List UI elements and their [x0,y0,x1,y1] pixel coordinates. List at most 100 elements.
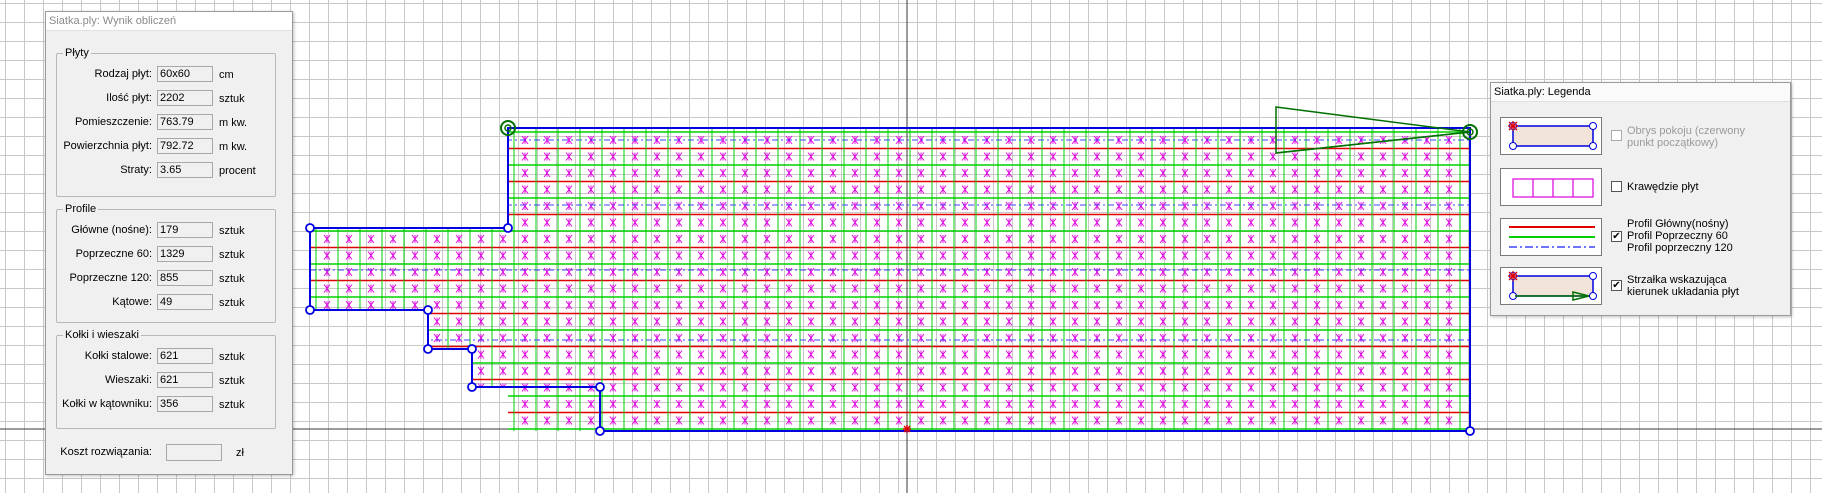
vertex-handle[interactable] [423,305,433,315]
value-field[interactable]: 60x60 [157,66,213,82]
value-field[interactable]: 179 [157,222,213,238]
value-field[interactable]: 621 [157,372,213,388]
vertex-handle[interactable] [595,382,605,392]
unit: sztuk [219,375,245,387]
tile-edge-mark [477,416,485,425]
value-field[interactable]: 763.79 [157,114,213,130]
tile-edge-mark [499,152,507,161]
tile-edge-mark [389,201,397,211]
tile-edge-mark [367,152,375,161]
tile-edge-mark [323,416,331,425]
unit: sztuk [219,225,245,237]
tile-edge-mark [455,416,463,425]
value-field[interactable]: 49 [157,294,213,310]
tile-edge-mark [455,135,463,145]
vertex-handle[interactable] [467,344,477,354]
tile-edge-mark [389,366,397,376]
tile-edge-mark [345,201,353,211]
cost-unit: zł [236,447,244,459]
tile-edge-mark [499,416,507,425]
tile-edge-mark [411,135,419,145]
tile-edge-mark [455,135,463,145]
tile-edge-mark [433,201,441,211]
tile-edge-mark [499,168,507,178]
vertex-handle[interactable] [305,305,315,315]
tile-edge-mark [477,218,485,227]
vertex-handle[interactable] [467,382,477,392]
tile-edge-mark [367,366,375,376]
value-field[interactable]: 621 [157,348,213,364]
value-field[interactable]: 3.65 [157,162,213,178]
value-field[interactable]: 2202 [157,90,213,106]
cost-label: Koszt rozwiązania: [60,446,152,458]
row-pomieszczenie: Pomieszczenie: 763.79 m kw. [57,114,275,132]
label: Poprzeczne 120: [69,272,152,284]
tile-edge-mark [455,185,463,194]
label: Poprzeczne 60: [75,248,152,260]
tile-edge-mark [389,135,397,145]
plyty-group-label: Płyty [65,47,89,59]
vertex-handle[interactable] [503,223,513,233]
tile-edge-mark [323,218,331,227]
profile-group: Profile Główne (nośne): 179 sztuk Poprze… [56,203,276,323]
tile-edge-mark [323,399,331,409]
legend-arrow-text: Strzałka wskazująca kierunek układania p… [1627,274,1739,298]
tile-edge-mark [411,399,419,409]
tile-edge-mark [411,152,419,161]
tile-edge-mark [499,168,507,178]
label: Powierzchnia płyt: [63,140,152,152]
tile-edge-mark [345,399,353,409]
legend-panel[interactable]: Siatka.ply: Legenda Obrys pokoju (czerwo… [1490,82,1791,316]
legend-profiles-checkbox[interactable]: ✔ [1611,231,1622,242]
tile-edge-mark [411,399,419,409]
tile-edge-mark [433,135,441,145]
tile-edge-mark [389,366,397,376]
value-field[interactable]: 1329 [157,246,213,262]
results-panel[interactable]: Siatka.ply: Wynik obliczeń Płyty Rodzaj … [45,11,293,475]
row-powierzchnia-plyt: Powierzchnia płyt: 792.72 m kw. [57,138,275,156]
tile-edge-mark [477,185,485,194]
row-rodzaj-plyt: Rodzaj płyt: 60x60 cm [57,66,275,84]
tile-edge-mark [323,383,331,392]
tile-edge-mark [411,201,419,211]
legend-panel-title[interactable]: Siatka.ply: Legenda [1491,83,1790,102]
results-panel-title[interactable]: Siatka.ply: Wynik obliczeń [46,12,292,31]
unit: sztuk [219,273,245,285]
value-field[interactable]: 855 [157,270,213,286]
label: Kołki stalowe: [84,350,152,362]
legend-tile-edges-checkbox[interactable] [1611,181,1622,192]
tile-edge-mark [477,399,485,409]
tile-edge-mark [345,399,353,409]
plyty-group: Płyty Rodzaj płyt: 60x60 cm Ilość płyt: … [56,47,276,197]
tile-edge-mark [345,152,353,161]
tile-edge-mark [455,218,463,227]
tile-edge-mark [367,152,375,161]
tile-edge-mark [323,201,331,211]
tile-edge-mark [433,168,441,178]
legend-arrow-checkbox[interactable]: ✔ [1611,280,1622,291]
tile-edge-mark [411,185,419,194]
tile-edge-mark [345,366,353,376]
vertex-handle[interactable] [1465,426,1475,436]
tile-edge-mark [345,317,353,326]
tile-edge-mark [477,152,485,161]
row-poprzeczne-60: Poprzeczne 60: 1329 sztuk [57,246,275,264]
tile-edge-mark [477,135,485,145]
value-field[interactable]: 792.72 [157,138,213,154]
tile-edge-mark [345,416,353,425]
row-kolki-w-katowniku: Kołki w kątowniku: 356 sztuk [57,396,275,414]
cost-field[interactable] [166,444,222,461]
value-field[interactable]: 356 [157,396,213,412]
legend-room-outline-checkbox[interactable] [1611,130,1622,141]
tile-edge-mark [367,218,375,227]
vertex-handle[interactable] [423,344,433,354]
vertex-handle[interactable] [595,426,605,436]
tile-edge-mark [389,333,397,343]
profile-group-label: Profile [65,203,97,215]
tile-edge-mark [455,399,463,409]
vertex-handle[interactable] [305,223,315,233]
legend-arrow-sample [1500,267,1602,305]
tile-edge-mark [367,135,375,145]
tile-edge-mark [345,135,353,145]
tile-edge-mark [477,152,485,161]
